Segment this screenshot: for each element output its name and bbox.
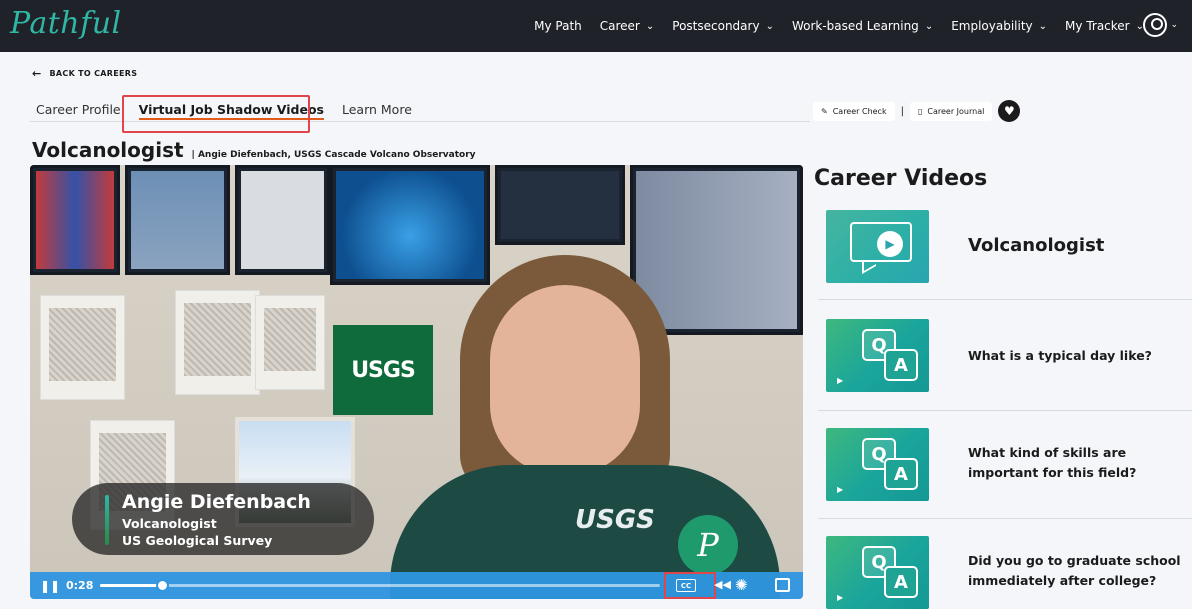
current-time: 0:28 xyxy=(66,579,94,592)
pathful-logo[interactable]: Pathful xyxy=(10,6,122,41)
background-monitor xyxy=(495,165,625,245)
nav-item-career[interactable]: Career ⌄ xyxy=(600,19,655,33)
speaker-role: Volcanologist xyxy=(122,516,217,531)
cc-highlight-box xyxy=(664,572,716,599)
pencil-icon: ✎ xyxy=(821,106,828,116)
player-controls: ❚❚ 0:28 CC ◀◀ ✺ xyxy=(30,572,803,599)
play-icon: ▶ xyxy=(837,485,844,494)
nav-label: Career xyxy=(599,19,640,33)
tab-learn-more[interactable]: Learn More xyxy=(336,96,418,122)
lower-third-caption: Angie Diefenbach Volcanologist US Geolog… xyxy=(72,483,374,555)
lower-third-accent-bar xyxy=(105,495,109,545)
video-title: Did you go to graduate school immediatel… xyxy=(968,553,1181,588)
video-thumbnail: Q A ▶ xyxy=(826,428,929,501)
nav-item-employability[interactable]: Employability ⌄ xyxy=(951,19,1047,33)
progress-fill xyxy=(100,584,162,587)
tab-virtual-job-shadow-videos[interactable]: Virtual Job Shadow Videos xyxy=(133,96,330,122)
back-link-label: BACK TO CAREERS xyxy=(49,69,138,78)
background-monitor xyxy=(235,165,330,275)
video-thumbnail: Q A ▶ xyxy=(826,536,929,609)
pathful-badge-icon: P xyxy=(678,515,738,575)
speaker-org: US Geological Survey xyxy=(122,533,273,548)
arrow-left-icon: ← xyxy=(32,67,42,80)
speaker-name: Angie Diefenbach xyxy=(122,491,311,513)
back-to-careers-link[interactable]: ← BACK TO CAREERS xyxy=(32,67,137,80)
career-check-button[interactable]: ✎ Career Check xyxy=(813,101,895,121)
chevron-down-icon: ⌄ xyxy=(1170,20,1178,30)
user-menu[interactable]: ⌄ xyxy=(1143,13,1178,37)
wall-map xyxy=(255,295,325,390)
nav-label: Employability xyxy=(951,19,1033,33)
background-monitor xyxy=(125,165,230,275)
nav-item-postsecondary[interactable]: Postsecondary ⌄ xyxy=(672,19,774,33)
career-tabs: Career Profile Virtual Job Shadow Videos… xyxy=(30,96,810,122)
play-icon: ▶ xyxy=(837,593,844,602)
video-list-item[interactable]: Q A ▶ Did you go to graduate school imme… xyxy=(818,529,1192,609)
journal-icon: ▯ xyxy=(917,106,923,116)
video-list-item[interactable]: Q A ▶ What is a typical day like? xyxy=(818,313,1192,411)
video-title: What is a typical day like? xyxy=(968,348,1152,363)
settings-gear-icon[interactable]: ✺ xyxy=(735,576,748,594)
user-avatar-icon xyxy=(1143,13,1168,37)
chevron-down-icon: ⌄ xyxy=(765,20,774,32)
career-videos-heading: Career Videos xyxy=(814,166,988,191)
video-list-item[interactable]: ▶ Volcanologist xyxy=(818,204,1192,300)
video-title: What kind of skills are important for th… xyxy=(968,445,1137,480)
chevron-down-icon: ⌄ xyxy=(645,20,655,32)
nav-item-my-tracker[interactable]: My Tracker ⌄ xyxy=(1065,19,1144,33)
career-journal-button[interactable]: ▯ Career Journal xyxy=(909,101,993,121)
scrubber-handle[interactable] xyxy=(155,579,169,592)
tools-separator: | xyxy=(900,105,904,117)
chevron-down-icon: ⌄ xyxy=(1038,20,1048,32)
favorite-heart-icon[interactable]: ♥ xyxy=(998,100,1021,122)
presenter-face xyxy=(490,285,640,475)
pause-icon[interactable]: ❚❚ xyxy=(40,579,60,593)
answer-bubble-icon: A xyxy=(884,458,918,490)
career-check-label: Career Check xyxy=(832,106,887,116)
volume-icon[interactable]: ◀◀ xyxy=(714,578,731,591)
video-list-item[interactable]: Q A ▶ What kind of skills are important … xyxy=(818,421,1192,519)
page-title-block: Volcanologist | Angie Diefenbach, USGS C… xyxy=(32,138,476,162)
career-journal-label: Career Journal xyxy=(927,106,985,116)
page-subtitle: | Angie Diefenbach, USGS Cascade Volcano… xyxy=(191,150,476,160)
video-title: Volcanologist xyxy=(968,235,1105,256)
nav-links: My Path Career ⌄ Postsecondary ⌄ Work-base… xyxy=(534,0,1144,52)
play-icon: ▶ xyxy=(837,376,844,385)
background-monitor xyxy=(30,165,120,275)
nav-label: My Tracker xyxy=(1065,19,1130,33)
nav-item-my-path[interactable]: My Path xyxy=(534,19,582,33)
fullscreen-icon[interactable] xyxy=(775,578,790,592)
video-thumbnail: Q A ▶ xyxy=(826,319,929,392)
play-icon: ▶ xyxy=(877,231,903,257)
nav-item-work-based-learning[interactable]: Work-based Learning ⌄ xyxy=(792,19,933,33)
video-thumbnail: ▶ xyxy=(826,210,929,283)
wall-map xyxy=(40,295,125,400)
tab-career-profile[interactable]: Career Profile xyxy=(30,96,127,122)
top-nav: Pathful My Path Career ⌄ Postsecondary ⌄ W… xyxy=(0,0,1192,52)
shirt-logo: USGS xyxy=(575,505,655,535)
nav-label: Postsecondary xyxy=(672,19,760,33)
wall-map xyxy=(175,290,260,395)
answer-bubble-icon: A xyxy=(884,566,918,598)
answer-bubble-icon: A xyxy=(884,349,918,381)
chevron-down-icon: ⌄ xyxy=(924,20,934,32)
video-player[interactable]: USGS USGS Angie Diefenbach Volcanologist… xyxy=(30,165,803,599)
nav-label: Work-based Learning xyxy=(791,19,919,33)
page-title: Volcanologist xyxy=(32,138,184,162)
career-tools: ✎ Career Check | ▯ Career Journal ♥ xyxy=(813,100,1021,122)
progress-track[interactable] xyxy=(100,579,660,592)
nav-label: My Path xyxy=(534,19,582,33)
